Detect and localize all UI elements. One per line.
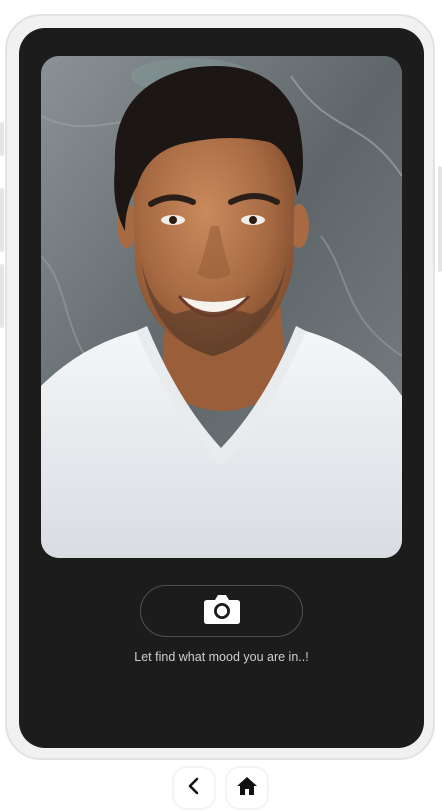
device-side-button-left-2 <box>0 188 4 252</box>
portrait-photo-illustration <box>41 56 402 558</box>
phone-screen: Let find what mood you are in..! <box>19 28 424 748</box>
camera-capture-button[interactable] <box>140 585 303 637</box>
app-stage: Let find what mood you are in..! <box>0 0 442 812</box>
home-button[interactable] <box>227 768 267 808</box>
camera-icon <box>203 593 241 630</box>
chevron-left-icon <box>187 777 201 800</box>
device-side-button-left-3 <box>0 264 4 328</box>
device-side-button-right <box>438 166 442 272</box>
portrait-photo <box>41 56 402 558</box>
device-side-button-left-1 <box>0 122 4 156</box>
home-icon <box>236 776 258 801</box>
mood-prompt-caption: Let find what mood you are in..! <box>134 650 309 664</box>
back-button[interactable] <box>174 768 214 808</box>
